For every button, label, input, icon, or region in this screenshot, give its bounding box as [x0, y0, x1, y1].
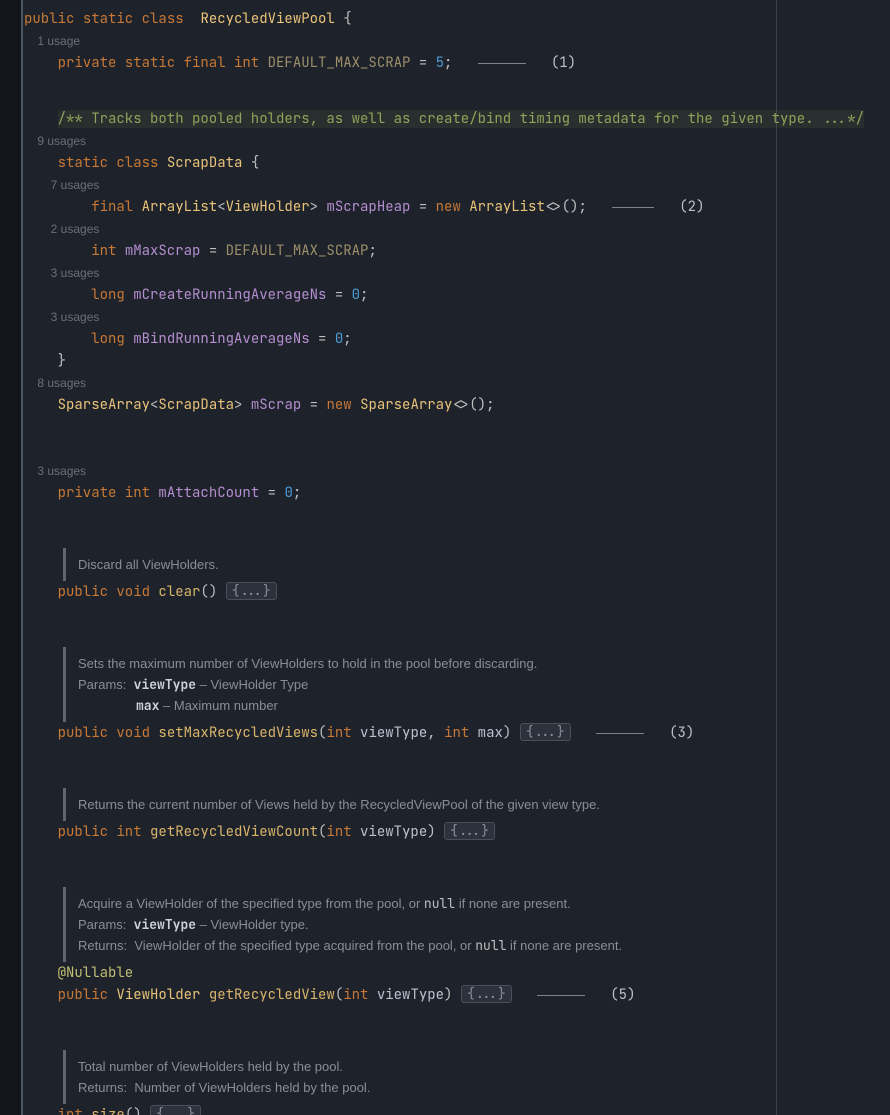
- usage-hint[interactable]: 7 usages: [24, 174, 890, 196]
- method-clear[interactable]: public void clear() {...}: [24, 581, 890, 603]
- field-mbindavg[interactable]: long mBindRunningAverageNs = 0;: [24, 328, 890, 350]
- rendered-doc-getrecycledview: Acquire a ViewHolder of the specified ty…: [63, 887, 890, 962]
- fold-icon[interactable]: {...}: [150, 1105, 201, 1115]
- rendered-doc-setmax: Sets the maximum number of ViewHolders t…: [63, 647, 890, 722]
- field-mscrapheap[interactable]: final ArrayList<ViewHolder> mScrapHeap =…: [24, 196, 890, 218]
- fold-icon[interactable]: {...}: [226, 582, 277, 600]
- rendered-doc-getcount: Returns the current number of Views held…: [63, 788, 890, 821]
- method-getrecycledview[interactable]: public ViewHolder getRecycledView(int vi…: [24, 984, 890, 1006]
- method-getrecycledviewcount[interactable]: public int getRecycledViewCount(int view…: [24, 821, 890, 843]
- field-mcreateavg[interactable]: long mCreateRunningAverageNs = 0;: [24, 284, 890, 306]
- rendered-doc-size: Total number of ViewHolders held by the …: [63, 1050, 890, 1104]
- usage-hint[interactable]: 3 usages: [24, 306, 890, 328]
- fold-icon[interactable]: {...}: [461, 985, 512, 1003]
- brace-close-scrapdata[interactable]: }: [24, 350, 890, 372]
- usage-hint[interactable]: 3 usages: [24, 262, 890, 284]
- inline-rule-icon: [596, 733, 644, 734]
- usage-hint[interactable]: 2 usages: [24, 218, 890, 240]
- usage-hint[interactable]: 8 usages: [24, 372, 890, 394]
- annotation-nullable[interactable]: @Nullable: [24, 962, 890, 984]
- fold-icon[interactable]: {...}: [520, 723, 571, 741]
- field-mattachcount[interactable]: private int mAttachCount = 0;: [24, 482, 890, 504]
- inline-rule-icon: [537, 995, 585, 996]
- javadoc-scrapdata[interactable]: /** Tracks both pooled holders, as well …: [24, 108, 890, 130]
- class-scrapdata[interactable]: static class ScrapData {: [24, 152, 890, 174]
- gutter-border: [21, 0, 23, 1115]
- class-decl[interactable]: public static class RecycledViewPool {: [24, 8, 890, 30]
- field-mscrap[interactable]: SparseArray<ScrapData> mScrap = new Spar…: [24, 394, 890, 416]
- field-mmaxscrap[interactable]: int mMaxScrap = DEFAULT_MAX_SCRAP;: [24, 240, 890, 262]
- inline-rule-icon: [612, 207, 654, 208]
- method-setmaxrecycledviews[interactable]: public void setMaxRecycledViews(int view…: [24, 722, 890, 744]
- code-editor[interactable]: public static class RecycledViewPool { 1…: [24, 0, 890, 1115]
- method-size[interactable]: int size() {...}: [24, 1104, 890, 1115]
- usage-hint[interactable]: 3 usages: [24, 460, 890, 482]
- gutter-rail: [0, 0, 21, 1115]
- field-default-max-scrap[interactable]: private static final int DEFAULT_MAX_SCR…: [24, 52, 890, 74]
- usage-hint[interactable]: 1 usage: [24, 30, 890, 52]
- rendered-doc-clear: Discard all ViewHolders.: [63, 548, 890, 581]
- usage-hint[interactable]: 9 usages: [24, 130, 890, 152]
- inline-rule-icon: [478, 63, 526, 64]
- fold-icon[interactable]: {...}: [444, 822, 495, 840]
